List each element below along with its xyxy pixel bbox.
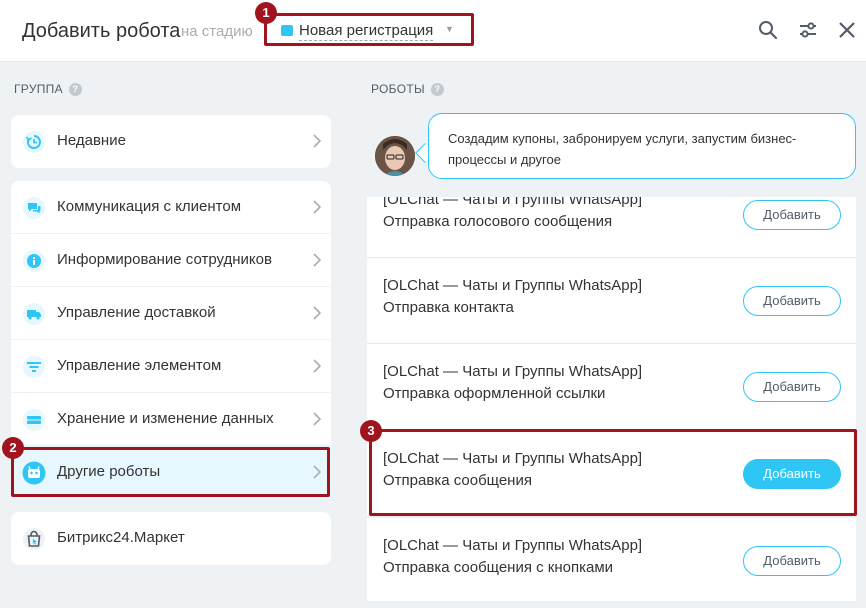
help-icon[interactable]: ?: [68, 83, 82, 96]
robot-card-contact[interactable]: [OLChat — Чаты и Группы WhatsApp] Отправ…: [367, 258, 856, 344]
annotation-badge-3: 3: [360, 420, 382, 442]
robot-provider: [OLChat — Чаты и Группы WhatsApp]: [383, 277, 643, 294]
add-robot-button[interactable]: Добавить: [743, 372, 841, 402]
annotation-badge-2: 2: [2, 437, 24, 459]
market-card: Битрикс24.Маркет: [11, 512, 331, 565]
group-item-label: Хранение и изменение данных: [57, 410, 274, 427]
chevron-down-icon[interactable]: ▼: [445, 24, 454, 34]
filter-settings-icon[interactable]: [797, 19, 819, 41]
help-icon[interactable]: ?: [430, 83, 444, 96]
groups-label: ГРУППА: [14, 82, 63, 96]
hint-text: Создадим купоны, забронируем услуги, зап…: [448, 131, 797, 167]
filter-icon: [23, 356, 45, 378]
robot-card-voice[interactable]: [OLChat — Чаты и Группы WhatsApp] Отправ…: [367, 197, 856, 258]
add-robot-button[interactable]: Добавить: [743, 546, 841, 576]
group-item-label: Управление элементом: [57, 357, 222, 374]
robots-section-header: РОБОТЫ?: [371, 82, 444, 96]
robot-provider: [OLChat — Чаты и Группы WhatsApp]: [383, 537, 643, 554]
history-icon: [23, 131, 45, 153]
group-item-label: Коммуникация с клиентом: [57, 198, 242, 215]
robots-list: [OLChat — Чаты и Группы WhatsApp] Отправ…: [367, 197, 856, 601]
market-bag-icon: [23, 528, 45, 550]
robots-label: РОБОТЫ: [371, 82, 425, 96]
stage-label: на стадию: [181, 23, 253, 40]
info-icon: [23, 250, 45, 272]
group-item-label: Битрикс24.Маркет: [57, 529, 185, 546]
truck-icon: [23, 303, 45, 325]
search-icon[interactable]: [757, 19, 779, 41]
group-item-label: Недавние: [57, 132, 126, 149]
group-item-market[interactable]: Битрикс24.Маркет: [11, 512, 331, 565]
highlight-frame-2: [11, 447, 330, 497]
chevron-right-icon: [313, 412, 321, 426]
groups-section-header: ГРУППА?: [14, 82, 82, 96]
robot-title: Отправка голосового сообщения: [383, 213, 613, 230]
robot-card-buttons[interactable]: [OLChat — Чаты и Группы WhatsApp] Отправ…: [367, 518, 856, 601]
hint-bubble: Создадим купоны, забронируем услуги, зап…: [428, 113, 856, 179]
group-item-label: Управление доставкой: [57, 304, 216, 321]
annotation-badge-1: 1: [255, 2, 277, 24]
assistant-avatar: [375, 136, 415, 176]
robot-title: Отправка оформленной ссылки: [383, 385, 606, 402]
robot-title: Отправка сообщения с кнопками: [383, 559, 614, 576]
group-item-label: Информирование сотрудников: [57, 251, 272, 268]
storage-icon: [23, 409, 45, 431]
robot-provider: [OLChat — Чаты и Группы WhatsApp]: [383, 363, 643, 380]
group-item-element-management[interactable]: Управление элементом: [11, 340, 331, 393]
chevron-right-icon: [313, 306, 321, 320]
chevron-right-icon: [313, 134, 321, 148]
robot-provider: [OLChat — Чаты и Группы WhatsApp]: [383, 197, 643, 208]
chevron-right-icon: [313, 200, 321, 214]
page-title: Добавить робота: [22, 20, 181, 42]
add-robot-button[interactable]: Добавить: [743, 200, 841, 230]
group-item-communication[interactable]: Коммуникация с клиентом: [11, 181, 331, 234]
chevron-right-icon: [313, 253, 321, 267]
group-item-recent[interactable]: Недавние: [11, 115, 331, 168]
stage-color-icon: [281, 25, 293, 36]
group-item-employee-notify[interactable]: Информирование сотрудников: [11, 234, 331, 287]
robot-title: Отправка контакта: [383, 299, 514, 316]
add-robot-button[interactable]: Добавить: [743, 286, 841, 316]
chevron-right-icon: [313, 359, 321, 373]
group-item-data-storage[interactable]: Хранение и изменение данных: [11, 393, 331, 446]
chat-icon: [23, 197, 45, 219]
recent-card: Недавние: [11, 115, 331, 168]
stage-value[interactable]: Новая регистрация: [299, 22, 434, 41]
close-icon[interactable]: [836, 19, 858, 41]
highlight-frame-3: [369, 429, 857, 516]
stage-selector[interactable]: Новая регистрация ▼: [264, 13, 474, 46]
slider-header: Добавить робота на стадию Новая регистра…: [0, 0, 866, 62]
group-item-delivery[interactable]: Управление доставкой: [11, 287, 331, 340]
robot-card-link[interactable]: [OLChat — Чаты и Группы WhatsApp] Отправ…: [367, 344, 856, 430]
